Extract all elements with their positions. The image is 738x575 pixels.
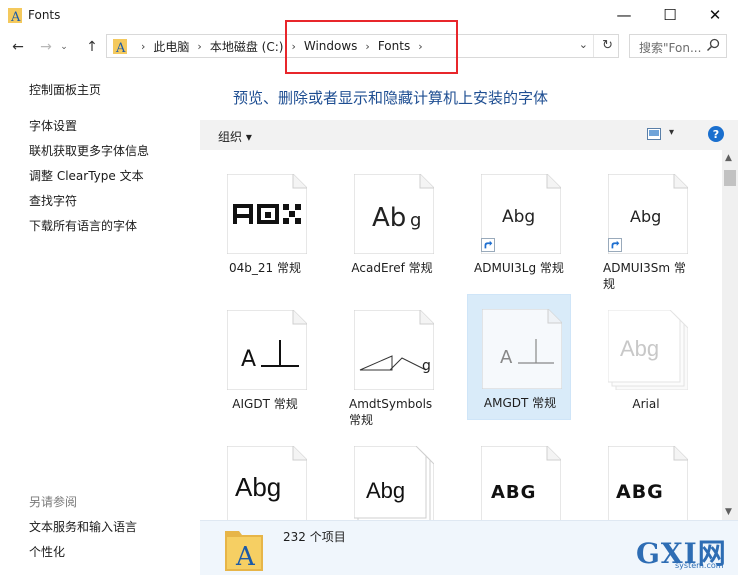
- back-button[interactable]: ←: [8, 37, 28, 57]
- address-divider: [593, 35, 594, 57]
- breadcrumb-separator[interactable]: ›: [197, 40, 201, 53]
- organize-menu-button[interactable]: 组织 ▾: [218, 128, 252, 145]
- view-icon[interactable]: [647, 128, 661, 140]
- font-name-label: ADMUI3Lg 常规: [474, 261, 564, 275]
- command-bar: 组织 ▾ ▾ ?: [200, 120, 738, 150]
- close-button[interactable]: ✕: [692, 0, 738, 30]
- annotation-highlight-box: [285, 20, 458, 74]
- svg-text:A: A: [500, 347, 513, 368]
- font-file-icon: A: [482, 309, 562, 389]
- font-name-label: Arial: [632, 397, 660, 411]
- font-file-icon: g: [354, 310, 434, 390]
- forward-button[interactable]: →: [36, 37, 56, 57]
- font-tile-acaderef[interactable]: Ab g AcadEref 常规: [340, 160, 444, 286]
- text-services-link[interactable]: 文本服务和输入语言: [29, 518, 137, 535]
- watermark-logo: GXI网 system.com: [632, 532, 736, 572]
- fonts-folder-icon: A: [113, 39, 127, 54]
- watermark-subtext: system.com: [675, 561, 724, 570]
- svg-text:Abg: Abg: [630, 207, 661, 226]
- download-fonts-link[interactable]: 下载所有语言的字体: [29, 217, 137, 234]
- shortcut-arrow-icon: [608, 238, 622, 252]
- fonts-grid: 04b_21 常规 Ab g AcadEref 常规 Abg ADMUI3Lg …: [200, 150, 722, 520]
- explorer-window: A Fonts — ☐ ✕ ← → ⌄ ↑ A › 此电脑 › 本地磁盘 (C:…: [0, 0, 738, 575]
- see-also-heading: 另请参阅: [29, 495, 78, 509]
- refresh-button[interactable]: ↻: [602, 38, 613, 53]
- page-heading: 预览、删除或者显示和隐藏计算机上安装的字体: [233, 89, 549, 107]
- font-tile[interactable]: Abg: [213, 432, 317, 520]
- minimize-button[interactable]: —: [601, 0, 647, 30]
- left-task-pane: 控制面板主页 字体设置 联机获取更多字体信息 调整 ClearType 文本 查…: [0, 62, 200, 575]
- font-tile-04b21[interactable]: 04b_21 常规: [213, 160, 317, 286]
- recent-locations-button[interactable]: ⌄: [58, 37, 70, 57]
- up-button[interactable]: ↑: [82, 37, 102, 57]
- help-icon[interactable]: ?: [708, 126, 724, 142]
- font-file-icon: Ab g: [354, 174, 434, 254]
- font-tile-admui3sm[interactable]: Abg ADMUI3Sm 常规: [594, 160, 698, 291]
- font-family-stack-icon: Abg: [354, 446, 434, 520]
- font-file-icon: ABG: [608, 446, 688, 520]
- font-tile[interactable]: ABG: [467, 432, 571, 520]
- svg-text:ABG: ABG: [491, 482, 536, 503]
- breadcrumb-this-pc[interactable]: 此电脑: [153, 38, 189, 55]
- personalization-link[interactable]: 个性化: [29, 543, 65, 560]
- font-name-label: AcadEref 常规: [351, 261, 433, 275]
- font-file-icon: Abg: [227, 446, 307, 520]
- svg-text:g: g: [410, 210, 421, 231]
- vertical-scrollbar[interactable]: ▲ ▼: [722, 150, 738, 520]
- font-tile-aigdt[interactable]: A AIGDT 常规: [213, 296, 317, 422]
- font-tile-amgdt[interactable]: A AMGDT 常规: [467, 294, 571, 420]
- svg-text:A: A: [235, 542, 256, 571]
- item-count: 232 个项目: [283, 530, 346, 544]
- search-icon[interactable]: [706, 38, 720, 52]
- font-tile-arial[interactable]: Abg Arial: [594, 296, 698, 422]
- font-name-label: ADMUI3Sm 常规: [603, 261, 686, 291]
- svg-text:A: A: [241, 347, 256, 372]
- maximize-button[interactable]: ☐: [647, 0, 693, 30]
- svg-text:Abg: Abg: [235, 472, 281, 502]
- fonts-folder-icon: A: [8, 8, 22, 23]
- find-character-link[interactable]: 查找字符: [29, 192, 77, 209]
- search-placeholder: 搜索"Fon...: [639, 41, 702, 55]
- font-file-icon: ABG: [481, 446, 561, 520]
- svg-text:A: A: [115, 41, 126, 54]
- font-name-label: AIGDT 常规: [232, 397, 298, 411]
- svg-text:A: A: [10, 10, 21, 23]
- font-tile[interactable]: Abg: [340, 432, 444, 520]
- fonts-folder-icon: A: [225, 531, 263, 571]
- svg-text:Abg: Abg: [366, 478, 405, 503]
- svg-text:g: g: [422, 358, 431, 374]
- svg-text:Abg: Abg: [502, 207, 535, 227]
- window-title: Fonts: [28, 8, 61, 22]
- svg-text:ABG: ABG: [616, 481, 664, 503]
- font-file-icon: [227, 174, 307, 254]
- breadcrumb-local-disk[interactable]: 本地磁盘 (C:): [210, 38, 284, 55]
- scroll-down-button[interactable]: ▼: [725, 507, 732, 517]
- search-input[interactable]: 搜索"Fon...: [629, 34, 727, 58]
- font-family-stack-icon: Abg: [608, 310, 688, 390]
- get-font-info-online-link[interactable]: 联机获取更多字体信息: [29, 142, 149, 159]
- view-dropdown-button[interactable]: ▾: [669, 127, 674, 138]
- svg-text:Abg: Abg: [620, 336, 659, 361]
- font-file-icon: A: [227, 310, 307, 390]
- font-tile[interactable]: ABG: [594, 432, 698, 520]
- scrollbar-thumb[interactable]: [724, 170, 736, 186]
- shortcut-arrow-icon: [481, 238, 495, 252]
- font-tile-amdtsymbols[interactable]: g AmdtSymbols 常规: [340, 296, 444, 427]
- scroll-up-button[interactable]: ▲: [725, 153, 732, 163]
- font-name-label: AMGDT 常规: [483, 396, 557, 410]
- font-name-label: AmdtSymbols 常规: [349, 397, 433, 427]
- font-tile-admui3lg[interactable]: Abg ADMUI3Lg 常规: [467, 160, 571, 286]
- font-settings-link[interactable]: 字体设置: [29, 117, 77, 134]
- address-dropdown-button[interactable]: ⌄: [579, 38, 588, 51]
- svg-text:Ab: Ab: [372, 203, 406, 233]
- font-name-label: 04b_21 常规: [229, 261, 301, 275]
- control-panel-home-link[interactable]: 控制面板主页: [29, 81, 101, 98]
- breadcrumb-separator: ›: [141, 39, 146, 53]
- adjust-cleartype-link[interactable]: 调整 ClearType 文本: [29, 167, 144, 184]
